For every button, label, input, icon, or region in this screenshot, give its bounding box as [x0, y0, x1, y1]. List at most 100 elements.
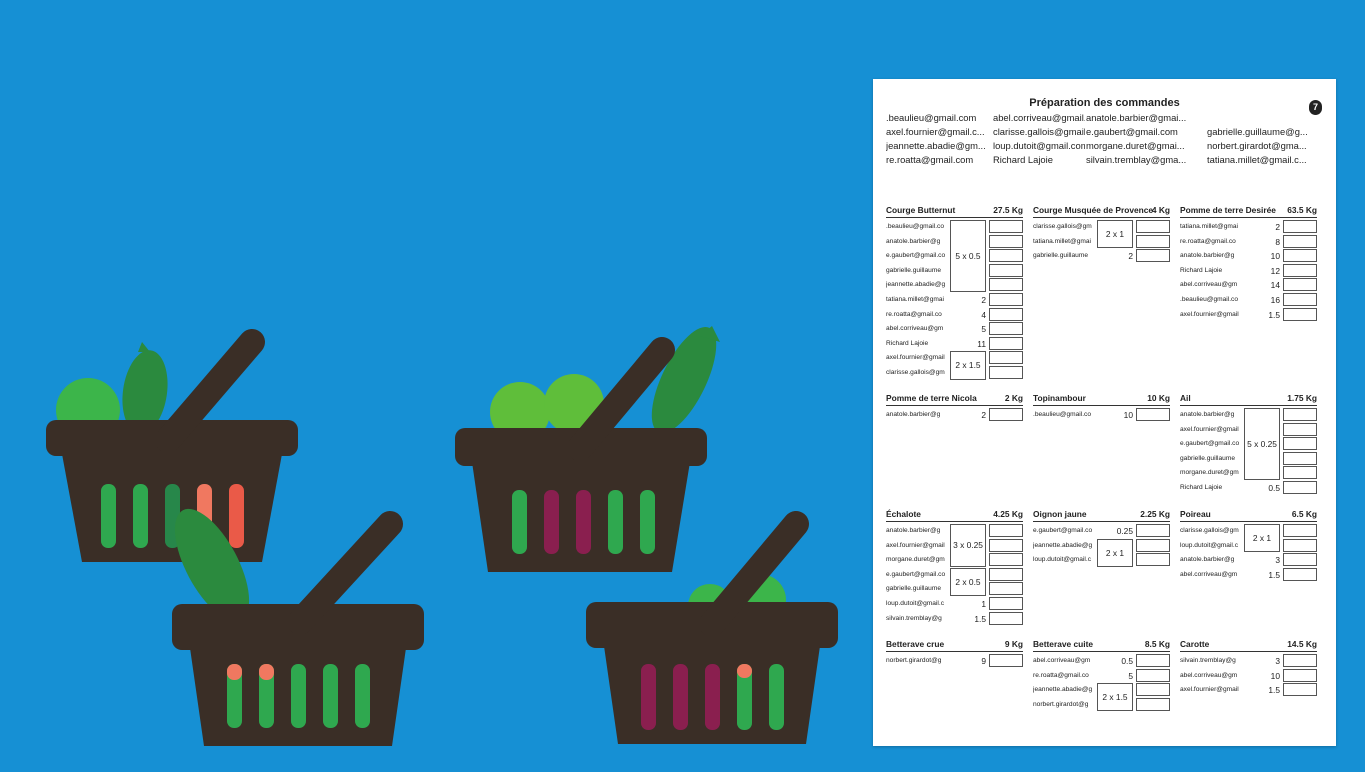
customer-name: tatiana.millet@gmai — [1033, 237, 1092, 245]
product-total-weight: 14.5 Kg — [1287, 639, 1317, 649]
product-card: Ail 1.75 Kg anatole.barbier@g axel.fournier… — [1180, 393, 1317, 497]
check-box[interactable] — [989, 553, 1023, 567]
check-box[interactable] — [989, 249, 1023, 263]
order-quantity: 10 — [1270, 251, 1280, 262]
order-row: silvain.tremblay@g 1.5 — [886, 611, 1023, 626]
product-total-weight: 4 Kg — [1151, 205, 1170, 215]
check-box[interactable] — [1283, 437, 1317, 451]
order-row: e.gaubert@gmail.co 0.25 — [1033, 524, 1170, 538]
check-box[interactable] — [1136, 408, 1170, 421]
check-box[interactable] — [989, 293, 1023, 306]
check-box[interactable] — [989, 322, 1023, 336]
check-box[interactable] — [989, 654, 1023, 667]
check-box[interactable] — [1283, 234, 1317, 248]
product-card: Oignon jaune 2.25 Kg e.gaubert@gmail.co 0.2… — [1033, 509, 1170, 569]
product-header: Topinambour 10 Kg — [1033, 393, 1170, 406]
customer-email: .beaulieu@gmail.com — [886, 112, 977, 123]
order-row: axel.fournier@gmail 1.5 — [1180, 683, 1317, 697]
check-box[interactable] — [1283, 422, 1317, 436]
check-box[interactable] — [1136, 538, 1170, 552]
product-card: Pomme de terre Desirée 63.5 Kg tatiana.mil… — [1180, 205, 1317, 323]
customer-name: loup.dutoit@gmail.c — [1180, 541, 1239, 549]
order-row: Richard Lajoie 0.5 — [1180, 481, 1317, 495]
check-box[interactable] — [1283, 249, 1317, 263]
check-box[interactable] — [989, 307, 1023, 321]
product-card: Poireau 6.5 Kg clarisse.gallois@gm loup.dut… — [1180, 509, 1317, 583]
check-box[interactable] — [989, 408, 1023, 421]
order-row: re.roatta@gmail.co 4 — [886, 307, 1023, 322]
check-box[interactable] — [989, 278, 1023, 292]
check-box[interactable] — [1283, 220, 1317, 233]
order-row: .beaulieu@gmail.co 16 — [1180, 293, 1317, 307]
customer-name: clarisse.gallois@gm — [1033, 223, 1092, 230]
product-header: Oignon jaune 2.25 Kg — [1033, 509, 1170, 522]
check-box[interactable] — [1136, 553, 1170, 567]
check-box[interactable] — [989, 336, 1023, 350]
product-header: Poireau 6.5 Kg — [1180, 509, 1317, 522]
check-box[interactable] — [1283, 408, 1317, 421]
customer-email: tatiana.millet@gmail.c... — [1207, 154, 1307, 165]
check-box[interactable] — [1283, 538, 1317, 552]
product-total-weight: 6.5 Kg — [1291, 509, 1317, 519]
product-total-weight: 2.25 Kg — [1140, 509, 1170, 519]
check-box[interactable] — [989, 351, 1023, 365]
order-row: tatiana.millet@gmai 2 — [1180, 220, 1317, 234]
check-box[interactable] — [1283, 567, 1317, 581]
customer-name: loup.dutoit@gmail.c — [886, 600, 945, 607]
check-box[interactable] — [1136, 249, 1170, 263]
check-box[interactable] — [1283, 307, 1317, 321]
portion-group-box: 2 x 1 — [1097, 538, 1133, 567]
check-box[interactable] — [1283, 466, 1317, 480]
customer-name: anatole.barbier@g — [1180, 252, 1235, 260]
product-name: Betterave crue — [886, 639, 945, 649]
check-box[interactable] — [989, 524, 1023, 537]
product-card: Betterave crue 9 Kg norbert.girardot@g 9 — [886, 639, 1023, 670]
order-row: norbert.girardot@g 9 — [886, 654, 1023, 668]
check-box[interactable] — [989, 567, 1023, 581]
order-quantity: 11 — [977, 338, 986, 349]
order-quantity: 0.5 — [1121, 656, 1133, 666]
customer-name: .beaulieu@gmail.co — [886, 223, 945, 230]
product-name: Betterave cuite — [1033, 639, 1094, 649]
check-box[interactable] — [1283, 683, 1317, 697]
check-box[interactable] — [1136, 234, 1170, 248]
customer-name: morgane.duret@gm — [1180, 469, 1239, 477]
check-box[interactable] — [1136, 524, 1170, 537]
order-quantity: 0.25 — [1116, 526, 1133, 536]
check-box[interactable] — [1136, 220, 1170, 233]
customer-email: silvain.tremblay@gma... — [1086, 154, 1187, 165]
check-box[interactable] — [1283, 451, 1317, 465]
order-quantity: 8 — [1275, 236, 1280, 247]
check-box[interactable] — [1283, 524, 1317, 537]
check-box[interactable] — [989, 263, 1023, 277]
check-box[interactable] — [989, 366, 1023, 379]
check-box[interactable] — [1283, 263, 1317, 277]
product-name: Ail — [1180, 393, 1191, 403]
check-box[interactable] — [989, 597, 1023, 610]
check-box[interactable] — [989, 234, 1023, 248]
check-box[interactable] — [1283, 481, 1317, 494]
customer-email: anatole.barbier@gmai... — [1086, 112, 1187, 123]
check-box[interactable] — [989, 220, 1023, 233]
check-box[interactable] — [1136, 668, 1170, 682]
check-box[interactable] — [989, 582, 1023, 596]
product-total-weight: 63.5 Kg — [1287, 205, 1317, 215]
customer-name: silvain.tremblay@g — [1180, 657, 1236, 664]
check-box[interactable] — [1136, 697, 1170, 711]
check-box[interactable] — [1283, 553, 1317, 567]
product-total-weight: 10 Kg — [1147, 393, 1170, 403]
customer-name: anatole.barbier@g — [1180, 411, 1235, 418]
product-total-weight: 27.5 Kg — [993, 205, 1023, 215]
check-box[interactable] — [989, 538, 1023, 552]
portion-group-box: 2 x 1 — [1097, 220, 1133, 249]
customer-name: abel.corriveau@gm — [1180, 281, 1238, 289]
check-box[interactable] — [1283, 668, 1317, 682]
check-box[interactable] — [1283, 654, 1317, 667]
check-box[interactable] — [1136, 683, 1170, 697]
check-box[interactable] — [1283, 278, 1317, 292]
order-row: re.roatta@gmail.co 8 — [1180, 234, 1317, 249]
check-box[interactable] — [1136, 654, 1170, 667]
check-box[interactable] — [989, 611, 1023, 625]
check-box[interactable] — [1283, 293, 1317, 306]
customer-name: gabrielle.guillaume — [1180, 454, 1235, 462]
